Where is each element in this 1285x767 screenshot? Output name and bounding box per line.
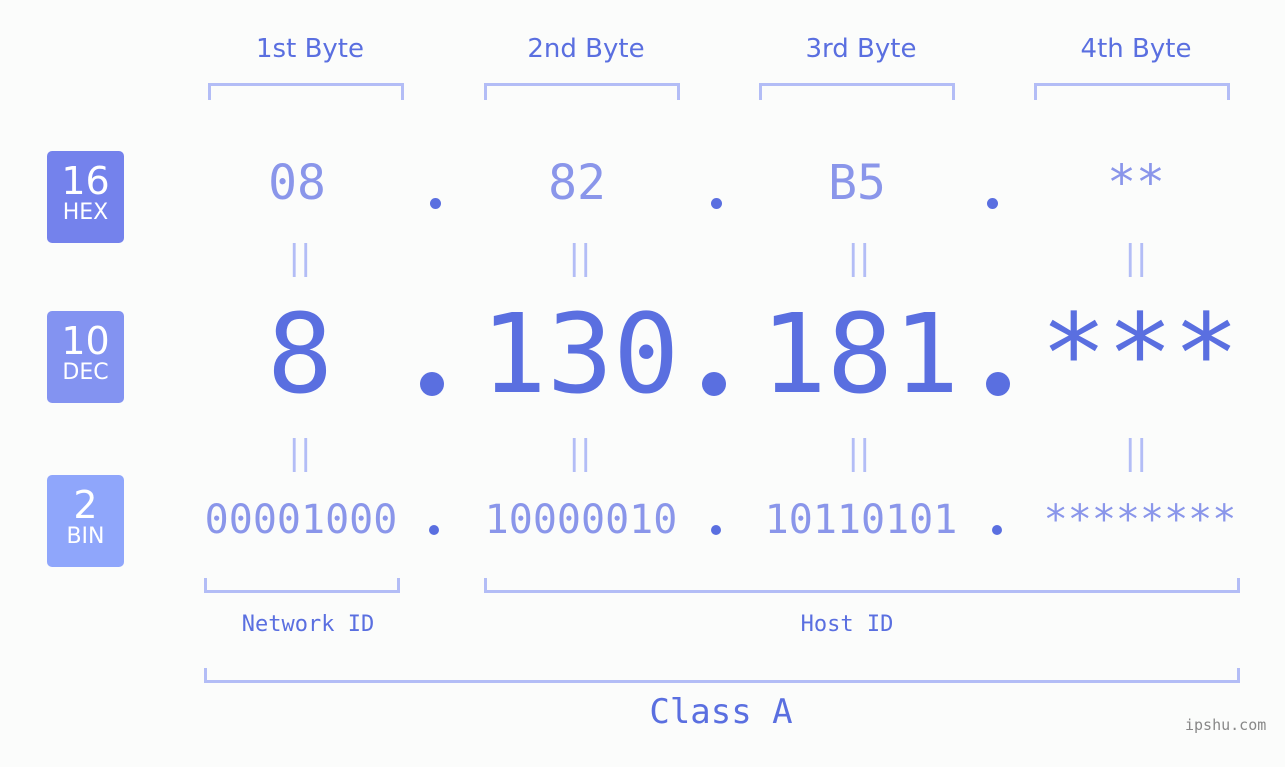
hex-badge: 16 HEX	[47, 151, 124, 243]
equals-icon: ||	[288, 238, 312, 278]
network-id-label: Network ID	[241, 612, 375, 637]
hex-dot-3	[987, 198, 998, 209]
bin-byte-2: 10000010	[484, 497, 678, 543]
hex-byte-4: **	[1107, 155, 1165, 211]
equals-icon: ||	[288, 433, 312, 473]
dec-dot-1	[420, 372, 444, 396]
bin-badge-label: BIN	[66, 524, 105, 549]
network-id-bracket	[204, 578, 400, 593]
equals-icon: ||	[847, 238, 871, 278]
class-bracket	[204, 668, 1240, 683]
hex-byte-1: 08	[268, 155, 326, 211]
dec-byte-2: 130	[480, 290, 680, 418]
watermark: ipshu.com	[1185, 716, 1267, 734]
byte-header-4: 4th Byte	[1080, 34, 1192, 64]
hex-badge-label: HEX	[62, 200, 109, 225]
dec-badge-label: DEC	[62, 360, 109, 385]
equals-icon: ||	[568, 433, 592, 473]
dec-dot-2	[702, 372, 726, 396]
byte-header-1: 1st Byte	[256, 34, 364, 64]
hex-byte-3: B5	[828, 155, 886, 211]
dec-badge-base: 10	[61, 319, 110, 363]
host-id-label: Host ID	[800, 612, 894, 637]
hex-dot-2	[711, 198, 722, 209]
byte-bracket-3	[759, 83, 955, 100]
hex-byte-2: 82	[548, 155, 606, 211]
bin-byte-4: ********	[1043, 497, 1237, 543]
byte-header-3: 3rd Byte	[805, 34, 917, 64]
equals-icon: ||	[568, 238, 592, 278]
bin-byte-1: 00001000	[204, 497, 398, 543]
hex-badge-base: 16	[61, 159, 110, 203]
dec-badge: 10 DEC	[47, 311, 124, 403]
bin-dot-3	[992, 525, 1002, 535]
bin-dot-1	[429, 525, 439, 535]
dec-byte-3: 181	[760, 290, 960, 418]
bin-dot-2	[711, 525, 721, 535]
hex-dot-1	[430, 198, 441, 209]
dec-byte-4: ***	[1040, 290, 1240, 418]
equals-icon: ||	[1124, 433, 1148, 473]
byte-bracket-1	[208, 83, 404, 100]
dec-dot-3	[986, 372, 1010, 396]
byte-bracket-2	[484, 83, 680, 100]
bin-badge: 2 BIN	[47, 475, 124, 567]
byte-header-2: 2nd Byte	[527, 34, 645, 64]
equals-icon: ||	[847, 433, 871, 473]
dec-byte-1: 8	[266, 290, 334, 418]
bin-badge-base: 2	[73, 483, 98, 527]
host-id-bracket	[484, 578, 1240, 593]
byte-bracket-4	[1034, 83, 1230, 100]
equals-icon: ||	[1124, 238, 1148, 278]
bin-byte-3: 10110101	[764, 497, 958, 543]
class-label: Class A	[649, 692, 793, 732]
